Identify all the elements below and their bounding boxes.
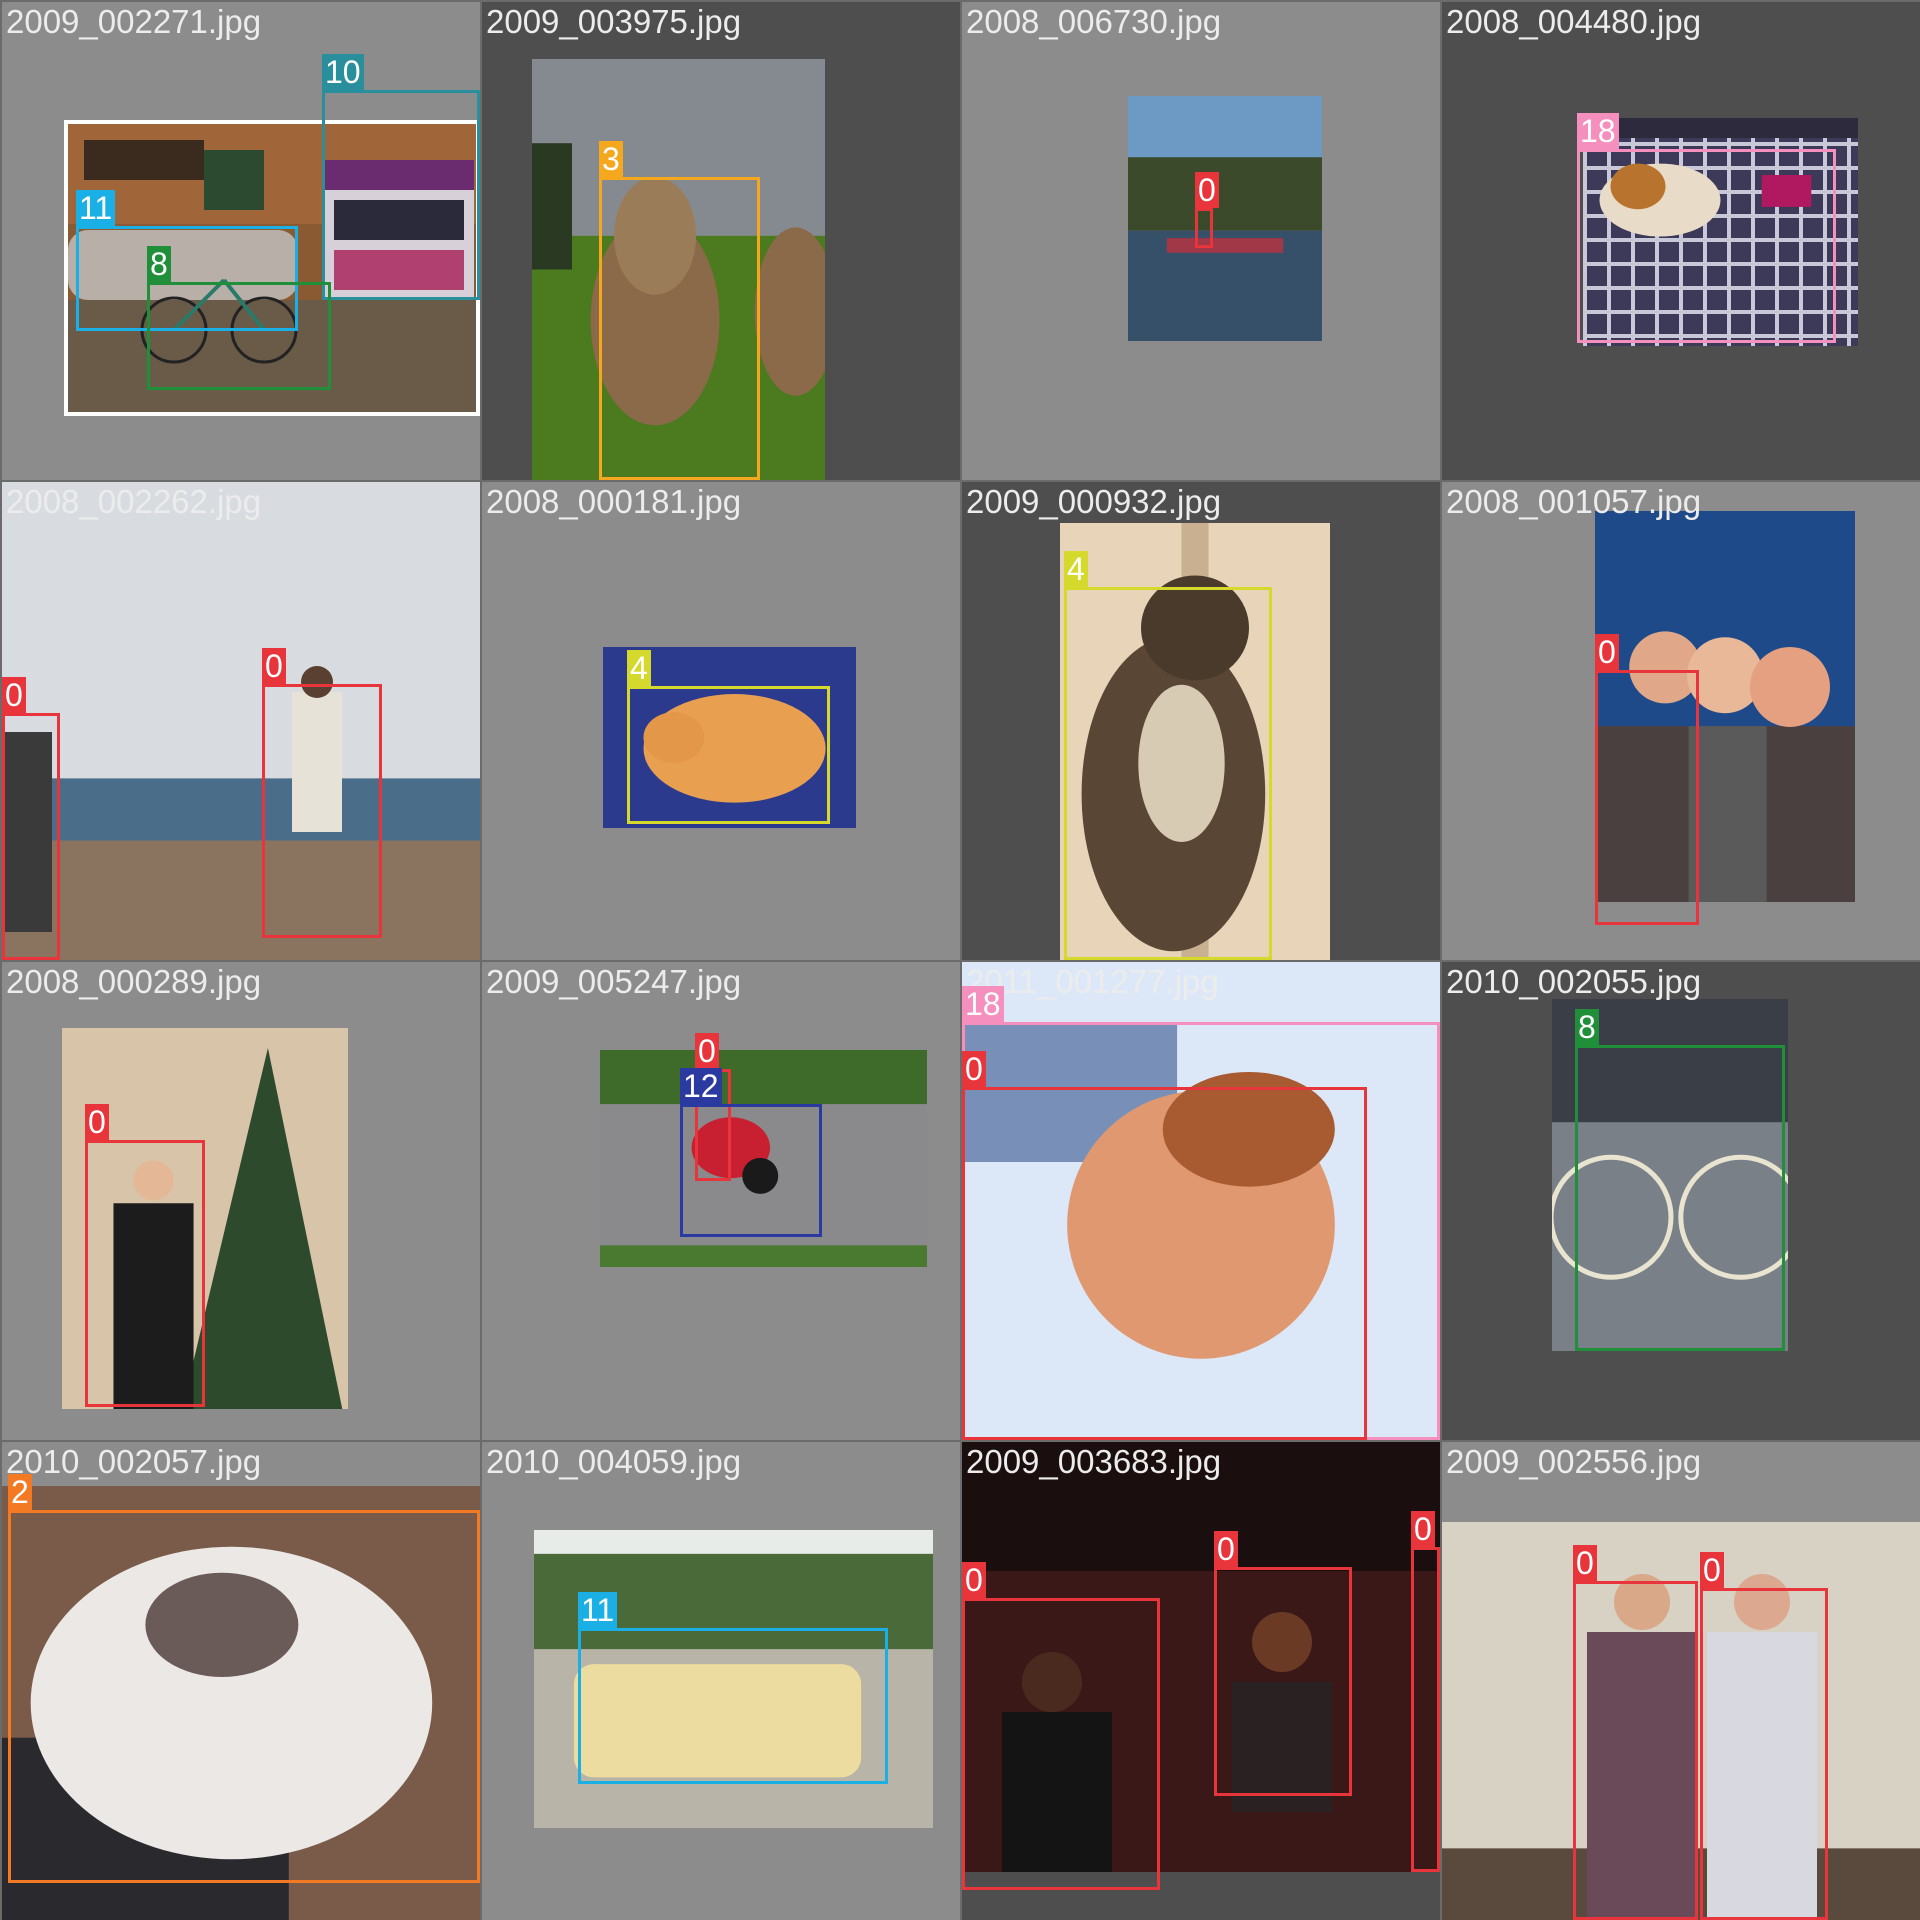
class-label: 11 [76,190,116,226]
class-label: 0 [962,1562,986,1598]
tile-filename: 2010_004059.jpg [486,1443,742,1480]
tile-filename: 2009_003975.jpg [486,3,742,40]
class-label: 0 [85,1104,109,1140]
tile-filename: 2008_000181.jpg [486,483,742,520]
tile-filename: 2008_000289.jpg [6,963,262,1000]
bounding-box [1573,1581,1698,1920]
mosaic-tile: 2008_004480.jpg 18 [1442,2,1920,480]
bounding-box [262,684,382,938]
tile-filename: 2008_004480.jpg [1446,3,1702,40]
tile-filename: 2009_005247.jpg [486,963,742,1000]
class-label: 8 [1575,1009,1599,1045]
bounding-box [1064,587,1272,960]
class-label: 0 [1411,1511,1435,1547]
tile-filename: 2011_001277.jpg [966,963,1219,1000]
bounding-box [1214,1567,1352,1796]
class-label: 4 [627,650,651,686]
bounding-box [8,1510,480,1883]
photo-swamp-boat [1128,96,1322,341]
class-label: 0 [1195,172,1219,208]
bounding-box [1700,1588,1828,1920]
bounding-box [85,1140,205,1407]
class-label: 18 [962,986,1004,1022]
tile-filename: 2010_002057.jpg [6,1443,262,1480]
photo-squash-court [2,482,480,960]
class-label: 0 [1214,1531,1238,1567]
class-label: 0 [1573,1545,1597,1581]
tile-filename: 2009_002556.jpg [1446,1443,1702,1480]
class-label: 12 [680,1068,722,1104]
mosaic-tile: 2011_001277.jpg 18 0 [962,962,1440,1440]
mosaic-tile: 2010_002055.jpg 8 [1442,962,1920,1440]
mosaic-tile: 2010_002057.jpg 2 [2,1442,480,1920]
class-label: 18 [1577,113,1619,149]
mosaic-tile: 2010_004059.jpg 11 [482,1442,960,1920]
bounding-box [1411,1547,1440,1872]
tile-filename: 2008_002262.jpg [6,483,262,520]
bounding-box [147,282,331,390]
mosaic-tile: 2008_006730.jpg 0 [962,2,1440,480]
bounding-box [962,1598,1160,1890]
tile-filename: 2009_002271.jpg [6,3,262,40]
bounding-box [578,1628,888,1784]
bounding-box [962,1087,1367,1440]
class-label: 0 [262,648,286,684]
class-label: 2 [8,1474,32,1510]
bounding-box [1577,149,1836,343]
mosaic-tile: 2009_003683.jpg 0 0 0 [962,1442,1440,1920]
class-label: 0 [1595,634,1619,670]
bounding-box [2,713,60,960]
mosaic-tile: 2008_000181.jpg 4 [482,482,960,960]
class-label: 10 [322,54,364,90]
mosaic-tile: 2008_000289.jpg 0 [2,962,480,1440]
mosaic-tile: 2009_002271.jpg 10 11 8 [2,2,480,480]
tile-filename: 2010_002055.jpg [1446,963,1702,1000]
class-label: 8 [147,246,171,282]
tile-filename: 2008_001057.jpg [1446,483,1702,520]
bounding-box [322,90,480,300]
class-label: 11 [578,1592,618,1628]
mosaic-tile: 2009_003975.jpg 3 [482,2,960,480]
class-label: 4 [1064,551,1088,587]
bounding-box [627,686,830,824]
mosaic-tile: 2008_001057.jpg 0 [1442,482,1920,960]
mosaic-tile: 2009_000932.jpg 4 [962,482,1440,960]
class-label: 0 [695,1033,719,1069]
tile-filename: 2009_003683.jpg [966,1443,1222,1480]
bounding-box [599,177,760,480]
class-label: 0 [1700,1552,1724,1588]
bounding-box [1195,208,1213,248]
class-label: 0 [962,1051,986,1087]
bounding-box [1575,1045,1785,1351]
detection-mosaic: 2009_002271.jpg 10 11 8 2009_003975.jpg 3 20… [0,0,1920,1920]
mosaic-tile: 2009_002556.jpg 0 0 [1442,1442,1920,1920]
bounding-box [1595,670,1699,925]
tile-filename: 2009_000932.jpg [966,483,1222,520]
tile-filename: 2008_006730.jpg [966,3,1222,40]
bounding-box [680,1104,822,1237]
class-label: 3 [599,141,623,177]
mosaic-tile: 2008_002262.jpg 0 0 [2,482,480,960]
mosaic-tile: 2009_005247.jpg 0 12 [482,962,960,1440]
class-label: 0 [2,677,26,713]
